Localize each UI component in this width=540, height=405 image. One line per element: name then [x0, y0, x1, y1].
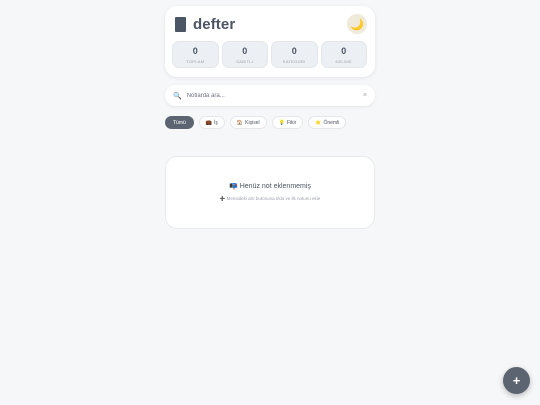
lightbulb-icon: 💡 — [278, 119, 285, 126]
filter-label: İş — [214, 119, 218, 126]
empty-state-text: Henüz not eklenmemiş — [239, 183, 311, 190]
stat-total: 0 TOPLAM — [172, 41, 219, 68]
stat-words: 0 KELIME — [320, 41, 367, 68]
stat-label: TOPLAM — [186, 59, 205, 64]
empty-state-hint-text: Mensideki artı butonuna tıkla ve ilk not… — [226, 196, 321, 201]
filter-important[interactable]: ⭐ Önemli — [308, 116, 347, 129]
header-card: defter 🌙 0 TOPLAM 0 SABITLI 0 KATEGORI 0… — [165, 6, 375, 77]
moon-icon: 🌙 — [350, 18, 364, 31]
search-input[interactable] — [186, 92, 363, 99]
mailbox-icon: 📭 — [229, 183, 238, 190]
add-note-button[interactable]: + — [503, 367, 530, 394]
plus-icon: ➕ — [219, 196, 226, 201]
stat-value: 0 — [192, 46, 198, 56]
filter-personal[interactable]: 🏠 Kişisel — [229, 116, 267, 129]
star-icon: ⭐ — [315, 119, 322, 126]
filter-work[interactable]: 💼 İş — [198, 116, 225, 129]
theme-toggle-button[interactable]: 🌙 — [347, 14, 367, 34]
stat-label: KATEGORI — [282, 59, 306, 64]
search-bar: 🔍 × — [165, 85, 375, 106]
filter-label: Tümü — [173, 119, 186, 126]
app-root: defter 🌙 0 TOPLAM 0 SABITLI 0 KATEGORI 0… — [0, 0, 540, 405]
empty-state-title: 📭 Henüz not eklenmemiş — [166, 182, 374, 190]
filter-label: Fikir — [286, 119, 297, 126]
house-icon: 🏠 — [236, 119, 244, 126]
empty-state-hint: ➕ Mensideki artı butonuna tıkla ve ilk n… — [166, 196, 374, 202]
empty-state-card: 📭 Henüz not eklenmemiş ➕ Mensideki artı … — [165, 156, 375, 229]
stat-value: 0 — [242, 46, 248, 56]
stat-category: 0 KATEGORI — [271, 41, 318, 68]
stat-label: KELIME — [335, 59, 352, 64]
clear-search-icon[interactable]: × — [363, 92, 367, 99]
app-title: defter — [193, 16, 236, 33]
brand: defter — [175, 16, 235, 33]
stats-row: 0 TOPLAM 0 SABITLI 0 KATEGORI 0 KELIME — [172, 41, 367, 68]
stat-value: 0 — [291, 46, 297, 56]
stat-label: SABITLI — [236, 59, 254, 64]
filter-idea[interactable]: 💡 Fikir — [271, 116, 304, 129]
stat-pinned: 0 SABITLI — [221, 41, 268, 68]
add-icon: + — [512, 373, 521, 388]
notebook-icon — [175, 17, 186, 32]
filter-label: Önemli — [323, 119, 340, 126]
stat-value: 0 — [341, 46, 347, 56]
briefcase-icon: 💼 — [205, 119, 213, 126]
search-icon: 🔍 — [173, 92, 182, 100]
filter-label: Kişisel — [245, 119, 260, 126]
filter-all[interactable]: Tümü — [165, 116, 194, 129]
category-filters: Tümü 💼 İş 🏠 Kişisel 💡 Fikir ⭐ Önemli — [165, 116, 347, 129]
